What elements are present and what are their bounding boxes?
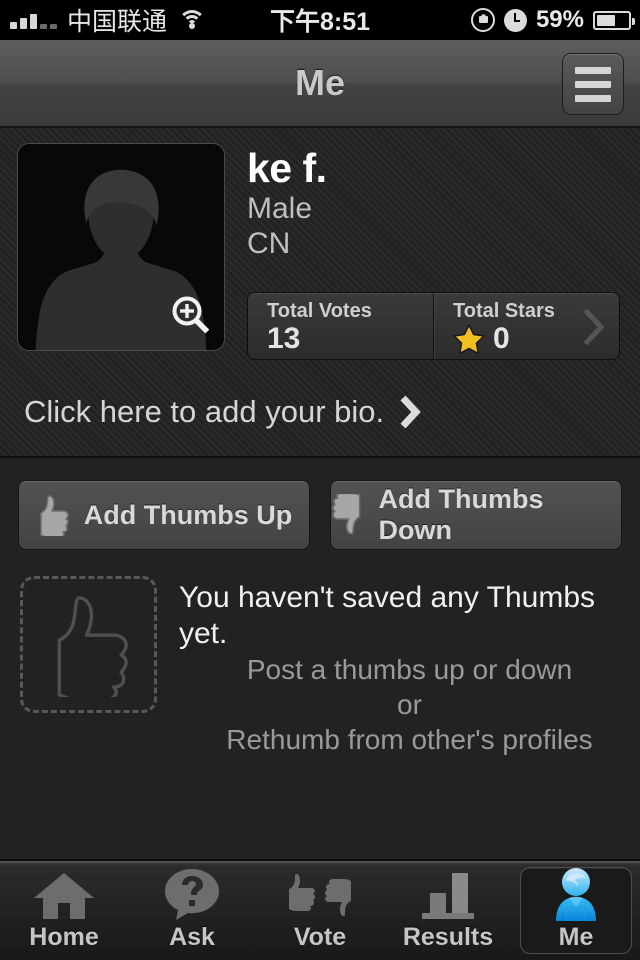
tab-me-label: Me	[558, 923, 594, 951]
stat-label: Total Votes	[267, 300, 372, 322]
question-bubble-icon	[163, 869, 221, 921]
star-icon	[453, 323, 485, 354]
person-icon	[548, 868, 604, 921]
magnifier-zoom-in-icon[interactable]	[170, 294, 212, 336]
stats-panel[interactable]: Total Votes 13 Total Stars 0	[247, 292, 620, 360]
tab-home[interactable]: Home	[0, 861, 128, 960]
chevron-right-icon	[400, 395, 421, 429]
empty-state-title: You haven't saved any Thumbs yet.	[179, 581, 596, 650]
navigation-bar: Me	[0, 40, 640, 128]
thumbs-down-icon	[332, 494, 361, 535]
add-thumbs-up-button[interactable]: Add Thumbs Up	[18, 480, 310, 550]
page-title: Me	[294, 62, 345, 103]
empty-state-line2: or	[397, 689, 422, 720]
thumbs-up-icon	[39, 495, 69, 536]
stat-total-stars[interactable]: Total Stars 0	[433, 293, 619, 359]
bio-prompt-label: Click here to add your bio.	[24, 394, 385, 429]
empty-state-line3: Rethumb from other's profiles	[226, 724, 593, 755]
stat-value: 13	[267, 322, 433, 356]
profile-gender: Male	[247, 192, 313, 225]
profile-country: CN	[247, 227, 291, 260]
clock-icon	[503, 8, 527, 32]
add-thumbs-down-button[interactable]: Add Thumbs Down	[330, 480, 622, 550]
app-screen: 中国联通 下午8:51 59% Me ke f. Male CN Total V…	[0, 0, 640, 960]
empty-state-text: You haven't saved any Thumbs yet. Post a…	[179, 576, 640, 757]
status-bar-clock: 下午8:51	[269, 8, 371, 36]
hamburger-menu-icon[interactable]	[562, 53, 624, 115]
stat-total-votes[interactable]: Total Votes 13	[248, 293, 433, 359]
thumbs-actions: Add Thumbs Up Add Thumbs Down	[0, 458, 640, 550]
battery-icon	[593, 10, 635, 30]
profile-section: ke f. Male CN Total Votes 13 Total Stars	[0, 128, 640, 458]
add-thumbs-down-label: Add Thumbs Down	[378, 484, 544, 545]
add-thumbs-up-label: Add Thumbs Up	[83, 499, 293, 530]
bio-row[interactable]: Click here to add your bio.	[0, 368, 640, 458]
avatar[interactable]	[17, 143, 225, 351]
total-stars-value: 0	[493, 322, 510, 355]
tab-ask[interactable]: Ask	[128, 861, 256, 960]
tab-home-label: Home	[29, 923, 99, 951]
rotation-lock-icon	[470, 8, 495, 32]
tab-vote-label: Vote	[293, 923, 347, 951]
tab-bar: Home Ask Vote Results Me	[0, 859, 640, 960]
home-icon	[32, 869, 96, 921]
tab-vote[interactable]: Vote	[256, 861, 384, 960]
bar-chart-icon	[416, 869, 480, 921]
thumbs-up-outline-icon	[57, 595, 128, 697]
chevron-right-icon	[583, 309, 605, 345]
thumbs-up-down-icon	[283, 869, 357, 921]
profile-info: ke f. Male CN Total Votes 13 Total Stars	[247, 143, 640, 368]
tab-results[interactable]: Results	[384, 861, 512, 960]
total-votes-value: 13	[267, 322, 301, 355]
tab-results-label: Results	[402, 923, 494, 951]
tab-me[interactable]: Me	[512, 861, 640, 960]
empty-state: You haven't saved any Thumbs yet. Post a…	[0, 550, 640, 757]
empty-state-line1: Post a thumbs up or down	[246, 654, 573, 685]
empty-state-placeholder	[20, 576, 157, 713]
status-bar: 中国联通 下午8:51 59%	[0, 0, 640, 40]
tab-ask-label: Ask	[169, 923, 215, 951]
profile-header: ke f. Male CN Total Votes 13 Total Stars	[0, 128, 640, 368]
profile-name: ke f.	[247, 145, 327, 191]
